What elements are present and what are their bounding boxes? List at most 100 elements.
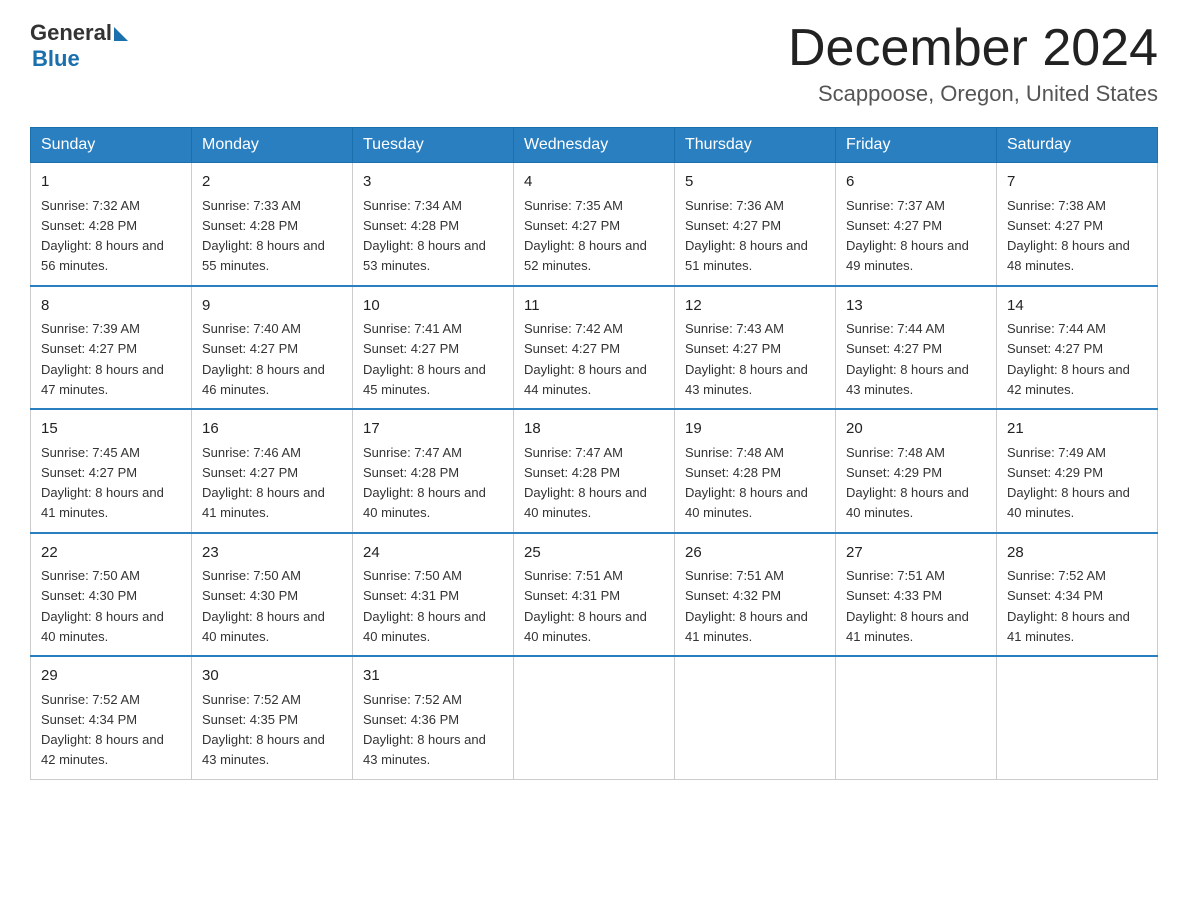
title-section: December 2024 Scappoose, Oregon, United …	[788, 20, 1158, 107]
calendar-cell: 29Sunrise: 7:52 AMSunset: 4:34 PMDayligh…	[31, 656, 192, 779]
day-number: 5	[685, 171, 825, 194]
day-number: 23	[202, 542, 342, 565]
day-number: 20	[846, 418, 986, 441]
calendar-subtitle: Scappoose, Oregon, United States	[788, 81, 1158, 107]
page-header: General Blue December 2024 Scappoose, Or…	[30, 20, 1158, 107]
day-number: 27	[846, 542, 986, 565]
calendar-table: SundayMondayTuesdayWednesdayThursdayFrid…	[30, 127, 1158, 780]
day-number: 19	[685, 418, 825, 441]
day-number: 29	[41, 665, 181, 688]
day-info: Sunrise: 7:52 AMSunset: 4:36 PMDaylight:…	[363, 692, 486, 768]
calendar-cell: 22Sunrise: 7:50 AMSunset: 4:30 PMDayligh…	[31, 533, 192, 657]
calendar-cell: 10 Sunrise: 7:41 AMSunset: 4:27 PMDayligh…	[353, 286, 514, 410]
day-info: Sunrise: 7:32 AMSunset: 4:28 PMDaylight:…	[41, 198, 164, 274]
weekday-header-row: SundayMondayTuesdayWednesdayThursdayFrid…	[31, 128, 1158, 163]
day-number: 10	[363, 295, 503, 318]
day-number: 16	[202, 418, 342, 441]
day-info: Sunrise: 7:44 AMSunset: 4:27 PMDaylight:…	[846, 321, 969, 397]
day-number: 22	[41, 542, 181, 565]
calendar-cell: 17 Sunrise: 7:47 AMSunset: 4:28 PMDayligh…	[353, 409, 514, 533]
day-number: 4	[524, 171, 664, 194]
calendar-cell: 4 Sunrise: 7:35 AMSunset: 4:27 PMDaylight…	[514, 163, 675, 286]
weekday-header-monday: Monday	[192, 128, 353, 163]
day-info: Sunrise: 7:51 AMSunset: 4:33 PMDaylight:…	[846, 568, 969, 644]
weekday-header-sunday: Sunday	[31, 128, 192, 163]
calendar-week-row: 29Sunrise: 7:52 AMSunset: 4:34 PMDayligh…	[31, 656, 1158, 779]
day-number: 26	[685, 542, 825, 565]
day-number: 28	[1007, 542, 1147, 565]
weekday-header-friday: Friday	[836, 128, 997, 163]
calendar-cell	[836, 656, 997, 779]
calendar-cell	[997, 656, 1158, 779]
day-info: Sunrise: 7:50 AMSunset: 4:31 PMDaylight:…	[363, 568, 486, 644]
day-number: 11	[524, 295, 664, 318]
calendar-cell	[675, 656, 836, 779]
day-number: 15	[41, 418, 181, 441]
calendar-cell: 26 Sunrise: 7:51 AMSunset: 4:32 PMDayligh…	[675, 533, 836, 657]
calendar-week-row: 15Sunrise: 7:45 AMSunset: 4:27 PMDayligh…	[31, 409, 1158, 533]
calendar-cell: 12 Sunrise: 7:43 AMSunset: 4:27 PMDayligh…	[675, 286, 836, 410]
day-info: Sunrise: 7:46 AMSunset: 4:27 PMDaylight:…	[202, 445, 325, 521]
calendar-cell: 27 Sunrise: 7:51 AMSunset: 4:33 PMDayligh…	[836, 533, 997, 657]
logo: General Blue	[30, 20, 128, 72]
day-info: Sunrise: 7:36 AMSunset: 4:27 PMDaylight:…	[685, 198, 808, 274]
day-info: Sunrise: 7:42 AMSunset: 4:27 PMDaylight:…	[524, 321, 647, 397]
calendar-cell: 8Sunrise: 7:39 AMSunset: 4:27 PMDaylight…	[31, 286, 192, 410]
calendar-cell: 11 Sunrise: 7:42 AMSunset: 4:27 PMDayligh…	[514, 286, 675, 410]
day-info: Sunrise: 7:51 AMSunset: 4:32 PMDaylight:…	[685, 568, 808, 644]
day-number: 17	[363, 418, 503, 441]
day-info: Sunrise: 7:44 AMSunset: 4:27 PMDaylight:…	[1007, 321, 1130, 397]
day-info: Sunrise: 7:43 AMSunset: 4:27 PMDaylight:…	[685, 321, 808, 397]
calendar-cell: 25 Sunrise: 7:51 AMSunset: 4:31 PMDayligh…	[514, 533, 675, 657]
day-info: Sunrise: 7:39 AMSunset: 4:27 PMDaylight:…	[41, 321, 164, 397]
day-info: Sunrise: 7:34 AMSunset: 4:28 PMDaylight:…	[363, 198, 486, 274]
calendar-cell: 28 Sunrise: 7:52 AMSunset: 4:34 PMDayligh…	[997, 533, 1158, 657]
calendar-cell: 9 Sunrise: 7:40 AMSunset: 4:27 PMDaylight…	[192, 286, 353, 410]
calendar-cell: 7 Sunrise: 7:38 AMSunset: 4:27 PMDaylight…	[997, 163, 1158, 286]
calendar-cell: 14Sunrise: 7:44 AMSunset: 4:27 PMDayligh…	[997, 286, 1158, 410]
calendar-cell: 21 Sunrise: 7:49 AMSunset: 4:29 PMDayligh…	[997, 409, 1158, 533]
calendar-week-row: 8Sunrise: 7:39 AMSunset: 4:27 PMDaylight…	[31, 286, 1158, 410]
day-number: 3	[363, 171, 503, 194]
calendar-cell: 5 Sunrise: 7:36 AMSunset: 4:27 PMDaylight…	[675, 163, 836, 286]
day-info: Sunrise: 7:40 AMSunset: 4:27 PMDaylight:…	[202, 321, 325, 397]
day-info: Sunrise: 7:50 AMSunset: 4:30 PMDaylight:…	[202, 568, 325, 644]
calendar-cell: 3 Sunrise: 7:34 AMSunset: 4:28 PMDaylight…	[353, 163, 514, 286]
day-number: 21	[1007, 418, 1147, 441]
day-number: 9	[202, 295, 342, 318]
calendar-cell: 1 Sunrise: 7:32 AMSunset: 4:28 PMDaylight…	[31, 163, 192, 286]
calendar-cell: 18Sunrise: 7:47 AMSunset: 4:28 PMDayligh…	[514, 409, 675, 533]
day-number: 25	[524, 542, 664, 565]
day-number: 18	[524, 418, 664, 441]
day-info: Sunrise: 7:41 AMSunset: 4:27 PMDaylight:…	[363, 321, 486, 397]
calendar-cell: 30 Sunrise: 7:52 AMSunset: 4:35 PMDayligh…	[192, 656, 353, 779]
day-info: Sunrise: 7:52 AMSunset: 4:35 PMDaylight:…	[202, 692, 325, 768]
calendar-week-row: 1 Sunrise: 7:32 AMSunset: 4:28 PMDaylight…	[31, 163, 1158, 286]
calendar-cell	[514, 656, 675, 779]
day-info: Sunrise: 7:49 AMSunset: 4:29 PMDaylight:…	[1007, 445, 1130, 521]
day-info: Sunrise: 7:48 AMSunset: 4:28 PMDaylight:…	[685, 445, 808, 521]
calendar-cell: 23 Sunrise: 7:50 AMSunset: 4:30 PMDayligh…	[192, 533, 353, 657]
day-number: 24	[363, 542, 503, 565]
calendar-title: December 2024	[788, 20, 1158, 77]
day-info: Sunrise: 7:47 AMSunset: 4:28 PMDaylight:…	[363, 445, 486, 521]
day-info: Sunrise: 7:48 AMSunset: 4:29 PMDaylight:…	[846, 445, 969, 521]
day-info: Sunrise: 7:51 AMSunset: 4:31 PMDaylight:…	[524, 568, 647, 644]
weekday-header-tuesday: Tuesday	[353, 128, 514, 163]
day-number: 13	[846, 295, 986, 318]
calendar-cell: 20 Sunrise: 7:48 AMSunset: 4:29 PMDayligh…	[836, 409, 997, 533]
calendar-cell: 13 Sunrise: 7:44 AMSunset: 4:27 PMDayligh…	[836, 286, 997, 410]
calendar-cell: 19 Sunrise: 7:48 AMSunset: 4:28 PMDayligh…	[675, 409, 836, 533]
day-number: 2	[202, 171, 342, 194]
calendar-cell: 2Sunrise: 7:33 AMSunset: 4:28 PMDaylight…	[192, 163, 353, 286]
day-number: 7	[1007, 171, 1147, 194]
day-info: Sunrise: 7:52 AMSunset: 4:34 PMDaylight:…	[1007, 568, 1130, 644]
day-number: 1	[41, 171, 181, 194]
day-number: 12	[685, 295, 825, 318]
day-number: 30	[202, 665, 342, 688]
logo-triangle-icon	[114, 27, 128, 41]
day-info: Sunrise: 7:38 AMSunset: 4:27 PMDaylight:…	[1007, 198, 1130, 274]
day-info: Sunrise: 7:35 AMSunset: 4:27 PMDaylight:…	[524, 198, 647, 274]
calendar-cell: 31Sunrise: 7:52 AMSunset: 4:36 PMDayligh…	[353, 656, 514, 779]
logo-text-blue: Blue	[32, 46, 80, 72]
